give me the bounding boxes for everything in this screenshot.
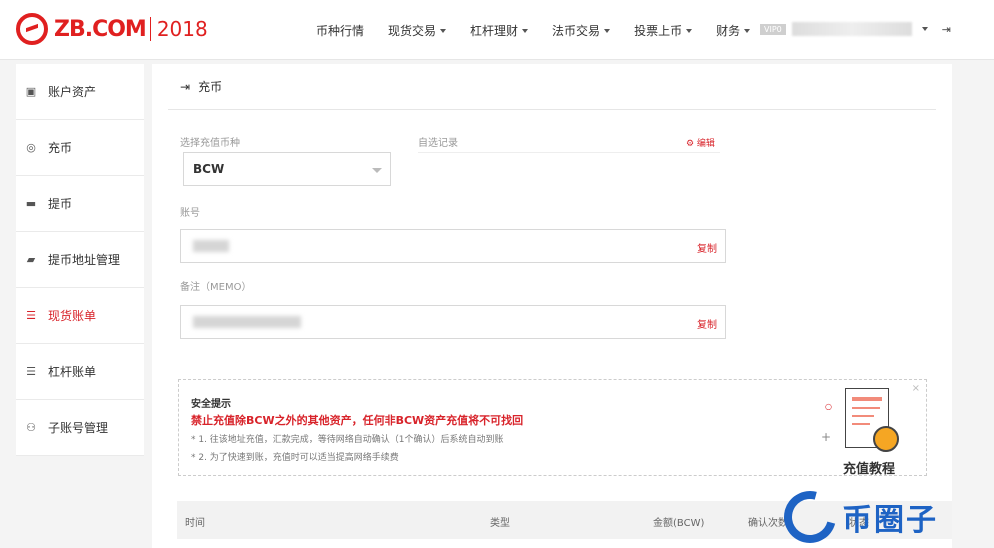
address-book-icon: ▰ [26,253,36,266]
vip-badge: VIP0 [760,23,786,35]
leverage-bill-icon: ☰ [26,365,36,378]
zb-logo-icon [16,13,48,45]
sidebar-item-spot-bill[interactable]: ☰ 现货账单 [16,288,144,344]
coin-icon [873,426,899,452]
deposit-icon: ◎ [26,141,36,154]
chevron-down-icon [686,29,693,33]
sidebar-item-label: 充币 [48,141,73,155]
column-amount: 金额(BCW) [653,518,705,529]
edit-button[interactable]: ⚙ 编辑 [686,136,715,149]
sidebar-item-leverage-bill[interactable]: ☰ 杠杆账单 [16,344,144,400]
nav-leverage[interactable]: 杠杆理财 [470,22,529,39]
user-menu[interactable]: VIP0 ⇥ [760,22,951,36]
selected-coin-value: BCW [193,162,225,176]
watermark-logo: 币圈子 [774,481,938,548]
bill-icon: ☰ [26,309,36,322]
main-panel: ⇥ 充币 选择充值币种 BCW 自选记录 ⚙ 编辑 账号 复制 备注（MEMO）… [152,64,952,548]
main-nav: 币种行情 现货交易 杠杆理财 法币交易 投票上币 财务 [316,0,774,60]
tip-line: * 1. 往该地址充值，汇款完成，等待网络自动确认（1个确认）后系统自动到账 [191,435,504,445]
column-confirmations: 确认次数 [748,518,788,529]
nav-vote-listing[interactable]: 投票上币 [634,22,693,39]
sub-account-icon: ⚇ [26,421,36,434]
logo-year: 2018 [149,17,208,41]
dot-icon: ○ [825,402,832,411]
zb-logo[interactable]: ZB.COM 2018 [16,10,208,48]
chevron-down-icon [604,29,611,33]
user-account-redacted [791,22,912,36]
logout-icon[interactable]: ⇥ [942,23,951,36]
page-title: 充币 [198,80,223,94]
nav-finance[interactable]: 财务 [716,22,751,39]
wallet-icon: ▣ [25,85,37,98]
security-tip-box: 安全提示 禁止充值除BCW之外的其他资产，任何非BCW资产充值将不可找回 * 1… [178,379,927,477]
watermark-circle-icon [774,481,846,548]
memo-label: 备注（MEMO） [180,282,252,293]
copy-memo-button[interactable]: 复制 [697,316,717,331]
top-navigation-bar: ZB.COM 2018 币种行情 现货交易 杠杆理财 法币交易 投票上币 财务 … [0,0,994,60]
sidebar-item-label: 账户资产 [48,85,97,99]
history-label: 自选记录 [418,138,458,149]
select-coin-label: 选择充值币种 [180,138,240,149]
chevron-down-icon [744,29,751,33]
coin-select[interactable]: BCW [183,152,391,186]
sidebar-item-label: 子账号管理 [48,421,109,435]
sidebar-item-label: 提币地址管理 [48,253,121,267]
tip-warning: 禁止充值除BCW之外的其他资产，任何非BCW资产充值将不可找回 [191,414,524,427]
tip-line: * 2. 为了快速到账，充值时可以适当提高网络手续费 [191,453,399,463]
deposit-address-field[interactable]: 复制 [180,229,726,263]
login-arrow-icon: ⇥ [180,79,191,94]
sidebar-item-label: 提币 [48,197,73,211]
memo-redacted [193,316,301,328]
nav-fiat-trading[interactable]: 法币交易 [552,22,611,39]
page-header: ⇥ 充币 [168,64,936,110]
plus-icon: + [821,430,832,444]
nav-market[interactable]: 币种行情 [316,22,364,39]
tutorial-button[interactable]: ○ + 充值教程 [821,386,919,477]
tutorial-label: 充值教程 [843,462,896,477]
sidebar-item-label: 现货账单 [48,309,97,323]
sidebar-item-deposit[interactable]: ◎ 充币 [16,120,144,176]
history-divider [418,152,720,153]
address-redacted [193,240,229,252]
sidebar-item-assets[interactable]: ▣ 账户资产 [16,64,144,120]
column-type: 类型 [490,518,510,529]
sidebar: ▣ 账户资产 ◎ 充币 ▬ 提币 ▰ 提币地址管理 ☰ 现货账单 ☰ 杠杆账单 … [16,64,144,456]
copy-address-button[interactable]: 复制 [697,240,717,255]
column-time: 时间 [185,518,205,529]
sidebar-item-label: 杠杆账单 [48,365,97,379]
withdraw-icon: ▬ [25,197,37,210]
watermark-text: 币圈子 [842,503,938,538]
sidebar-item-withdraw[interactable]: ▬ 提币 [16,176,144,232]
account-label: 账号 [180,208,200,219]
chevron-down-icon [440,29,447,33]
memo-field[interactable]: 复制 [180,305,726,339]
chevron-down-icon [921,27,928,31]
nav-spot-trading[interactable]: 现货交易 [388,22,447,39]
tip-title: 安全提示 [191,399,231,410]
logo-text: ZB.COM [54,16,147,42]
sidebar-item-sub-account[interactable]: ⚇ 子账号管理 [16,400,144,456]
chevron-down-icon [372,168,382,173]
sidebar-item-address-management[interactable]: ▰ 提币地址管理 [16,232,144,288]
chevron-down-icon [522,29,529,33]
